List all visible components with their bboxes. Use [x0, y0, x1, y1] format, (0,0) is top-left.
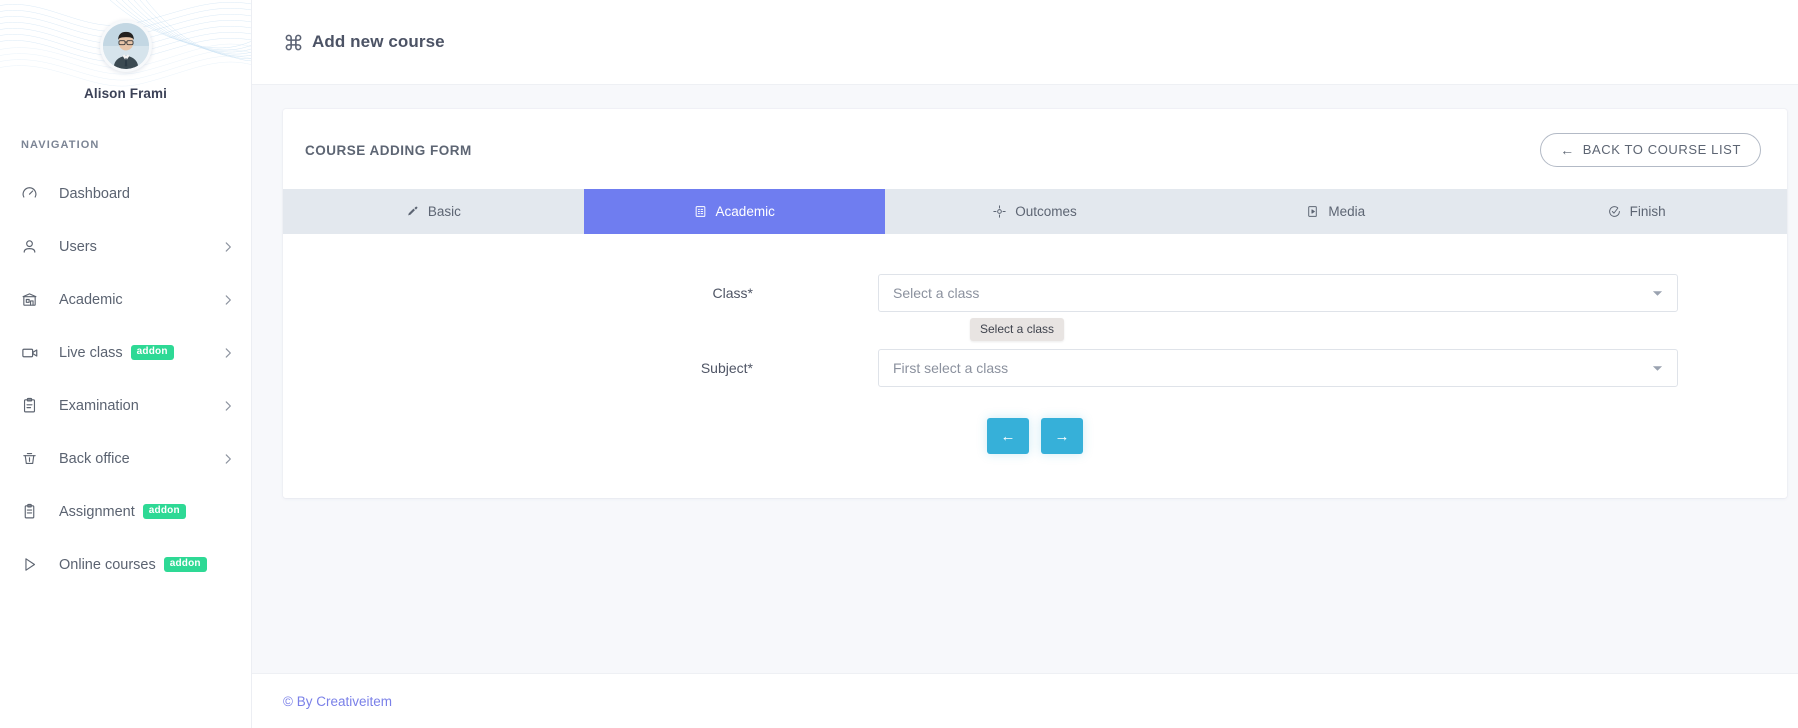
tab-basic[interactable]: Basic — [283, 189, 584, 234]
play-triangle-icon — [21, 556, 45, 573]
book-icon — [694, 205, 707, 218]
select-caret-icon — [1652, 288, 1663, 299]
chevron-right-icon — [221, 399, 235, 413]
form-row-class: Class* Select a class Select a class — [283, 274, 1787, 312]
user-icon — [21, 238, 45, 255]
command-icon — [284, 33, 303, 52]
form-row-subject: Subject* First select a class — [283, 349, 1787, 387]
speedometer-icon — [21, 185, 45, 202]
nav-heading: NAVIGATION — [0, 139, 251, 151]
main-content: Add new course COURSE ADDING FORM ← BACK… — [252, 0, 1798, 728]
tab-finish[interactable]: Finish — [1486, 189, 1787, 234]
form-tabs: Basic — [283, 189, 1787, 234]
subject-select-value: First select a class — [893, 360, 1008, 376]
back-to-course-list-button[interactable]: ← BACK TO COURSE LIST — [1540, 133, 1761, 167]
topbar: Add new course — [252, 0, 1798, 85]
addon-badge: addon — [143, 504, 186, 519]
profile-name: Alison Frami — [0, 86, 251, 101]
clipboard-list-icon — [21, 397, 45, 414]
card-title: COURSE ADDING FORM — [305, 143, 472, 158]
class-field-label: Class* — [283, 285, 878, 301]
form-step-actions: ← → — [283, 418, 1787, 454]
card-header: COURSE ADDING FORM ← BACK TO COURSE LIST — [283, 109, 1787, 189]
sidebar-item-live-class[interactable]: Live class addon — [0, 326, 251, 379]
course-adding-form-card: COURSE ADDING FORM ← BACK TO COURSE LIST — [283, 109, 1787, 498]
tab-label: Basic — [428, 204, 461, 219]
academic-form: Class* Select a class Select a class — [283, 234, 1787, 498]
tab-academic[interactable]: Academic — [584, 189, 885, 234]
sidebar-item-label: Online courses — [59, 557, 156, 573]
app-root: Alison Frami NAVIGATION Dashboard — [0, 0, 1798, 728]
media-play-icon — [1306, 205, 1319, 218]
sidebar-item-dashboard[interactable]: Dashboard — [0, 167, 251, 220]
sidebar-item-label: Back office — [59, 451, 130, 467]
video-camera-icon — [21, 344, 45, 362]
chevron-right-icon — [221, 452, 235, 466]
tab-media[interactable]: Media — [1185, 189, 1486, 234]
sidebar-item-label: Examination — [59, 398, 139, 414]
class-select-wrapper: Select a class Select a class — [878, 274, 1678, 312]
tab-outcomes[interactable]: Outcomes — [885, 189, 1186, 234]
pen-icon — [406, 205, 419, 218]
tab-label: Academic — [716, 204, 775, 219]
previous-step-button[interactable]: ← — [987, 418, 1029, 454]
check-circle-icon — [1608, 205, 1621, 218]
class-select-tooltip: Select a class — [970, 318, 1064, 341]
chevron-right-icon — [221, 240, 235, 254]
tab-label: Media — [1328, 204, 1365, 219]
arrow-left-icon: ← — [1560, 143, 1575, 157]
sidebar-item-back-office[interactable]: Back office — [0, 432, 251, 485]
sidebar-item-examination[interactable]: Examination — [0, 379, 251, 432]
sidebar-nav: Dashboard Users — [0, 167, 251, 591]
addon-badge: addon — [164, 557, 207, 572]
sidebar: Alison Frami NAVIGATION Dashboard — [0, 0, 252, 728]
sidebar-item-label: Users — [59, 239, 97, 255]
page-title: Add new course — [312, 32, 445, 52]
back-button-label: BACK TO COURSE LIST — [1583, 142, 1741, 157]
subject-field-label: Subject* — [283, 360, 878, 376]
sidebar-item-label: Dashboard — [59, 186, 130, 202]
sidebar-item-online-courses[interactable]: Online courses addon — [0, 538, 251, 591]
sidebar-item-label: Academic — [59, 292, 123, 308]
class-select[interactable]: Select a class — [878, 274, 1678, 312]
tab-label: Outcomes — [1015, 204, 1077, 219]
basket-icon — [21, 450, 45, 467]
avatar[interactable] — [100, 20, 152, 72]
user-avatar-photo — [103, 23, 149, 69]
sidebar-profile: Alison Frami — [0, 0, 251, 101]
sidebar-item-label: Live class — [59, 345, 123, 361]
tab-label: Finish — [1630, 204, 1666, 219]
chevron-right-icon — [221, 346, 235, 360]
subject-select-wrapper: First select a class — [878, 349, 1678, 387]
footer: © By Creativeitem — [252, 673, 1798, 728]
bank-icon — [21, 291, 45, 308]
sidebar-item-label: Assignment — [59, 504, 135, 520]
class-select-value: Select a class — [893, 285, 979, 301]
chevron-right-icon — [221, 293, 235, 307]
sidebar-item-assignment[interactable]: Assignment addon — [0, 485, 251, 538]
footer-credit-link[interactable]: © By Creativeitem — [283, 694, 392, 709]
sidebar-item-academic[interactable]: Academic — [0, 273, 251, 326]
content-area: COURSE ADDING FORM ← BACK TO COURSE LIST — [252, 85, 1798, 498]
clipboard-icon — [21, 503, 45, 520]
subject-select[interactable]: First select a class — [878, 349, 1678, 387]
sidebar-item-users[interactable]: Users — [0, 220, 251, 273]
addon-badge: addon — [131, 345, 174, 360]
next-step-button[interactable]: → — [1041, 418, 1083, 454]
target-icon — [993, 205, 1006, 218]
select-caret-icon — [1652, 363, 1663, 374]
